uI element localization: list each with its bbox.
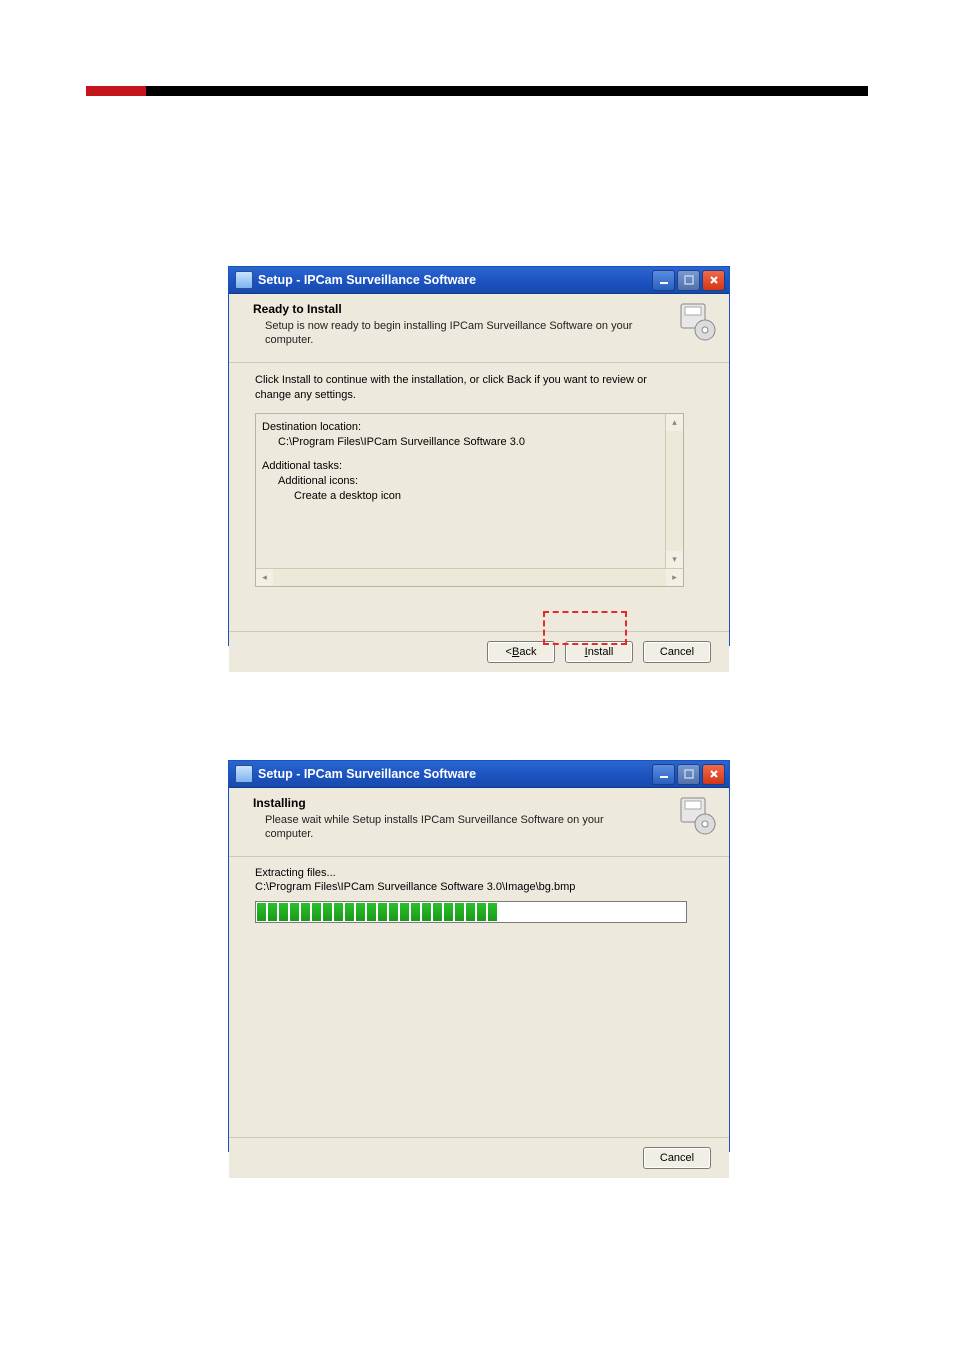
instruction-text: Click Install to continue with the insta… xyxy=(255,373,675,403)
progress-segment xyxy=(389,903,398,921)
install-button[interactable]: Install xyxy=(565,641,633,663)
progress-segment xyxy=(488,903,497,921)
minimize-icon xyxy=(659,769,669,779)
progress-segment xyxy=(422,903,431,921)
progress-segment xyxy=(312,903,321,921)
progress-segment xyxy=(477,903,486,921)
progress-segment xyxy=(444,903,453,921)
progress-segment xyxy=(290,903,299,921)
tasks-label: Additional tasks: xyxy=(262,459,664,474)
rule-black xyxy=(146,86,868,96)
close-icon xyxy=(709,769,719,779)
progress-segment xyxy=(378,903,387,921)
footer-pane: < Back Install Cancel xyxy=(229,631,729,672)
progress-segment xyxy=(279,903,288,921)
page-top-rule xyxy=(86,86,868,96)
maximize-icon xyxy=(684,275,694,285)
progress-bar xyxy=(255,901,687,923)
minimize-icon xyxy=(659,275,669,285)
progress-segment xyxy=(334,903,343,921)
setup-dialog-installing: Setup - IPCam Surveillance Software Inst… xyxy=(228,760,730,1152)
progress-segment xyxy=(466,903,475,921)
header-title: Installing xyxy=(253,796,671,810)
close-button[interactable] xyxy=(702,764,725,785)
minimize-button[interactable] xyxy=(652,270,675,291)
window-controls xyxy=(652,764,725,785)
progress-segment xyxy=(400,903,409,921)
footer-pane: Cancel xyxy=(229,1137,729,1178)
scroll-down-icon[interactable]: ▾ xyxy=(666,551,683,568)
header-title: Ready to Install xyxy=(253,302,671,316)
summary-box: Destination location: C:\Program Files\I… xyxy=(255,413,684,587)
rule-red xyxy=(86,86,146,96)
minimize-button[interactable] xyxy=(652,764,675,785)
cancel-button[interactable]: Cancel xyxy=(643,1147,711,1169)
body-pane: Click Install to continue with the insta… xyxy=(229,363,729,631)
maximize-button xyxy=(677,764,700,785)
scroll-up-icon[interactable]: ▴ xyxy=(666,414,683,431)
scroll-left-icon[interactable]: ◂ xyxy=(256,569,273,586)
progress-segment xyxy=(345,903,354,921)
progress-segment xyxy=(411,903,420,921)
progress-segment xyxy=(455,903,464,921)
maximize-button xyxy=(677,270,700,291)
header-pane: Ready to Install Setup is now ready to b… xyxy=(229,294,729,363)
window-controls xyxy=(652,270,725,291)
header-subtitle: Setup is now ready to begin installing I… xyxy=(265,319,635,348)
setup-disk-icon xyxy=(677,302,717,342)
titlebar[interactable]: Setup - IPCam Surveillance Software xyxy=(229,267,729,294)
progress-segment xyxy=(356,903,365,921)
close-icon xyxy=(709,275,719,285)
setup-disk-icon xyxy=(677,796,717,836)
progress-segment xyxy=(257,903,266,921)
dest-value: C:\Program Files\IPCam Surveillance Soft… xyxy=(262,435,664,450)
extracting-path: C:\Program Files\IPCam Surveillance Soft… xyxy=(255,881,711,893)
icons-label: Additional icons: xyxy=(262,474,664,489)
cancel-button[interactable]: Cancel xyxy=(643,641,711,663)
maximize-icon xyxy=(684,769,694,779)
titlebar-title: Setup - IPCam Surveillance Software xyxy=(258,767,652,781)
progress-segment xyxy=(433,903,442,921)
extracting-label: Extracting files... xyxy=(255,867,711,879)
progress-segment xyxy=(367,903,376,921)
app-icon xyxy=(235,271,253,289)
scroll-right-icon[interactable]: ▸ xyxy=(666,569,683,586)
close-button[interactable] xyxy=(702,270,725,291)
progress-segment xyxy=(301,903,310,921)
header-pane: Installing Please wait while Setup insta… xyxy=(229,788,729,857)
progress-segment xyxy=(268,903,277,921)
dest-label: Destination location: xyxy=(262,420,664,435)
titlebar-title: Setup - IPCam Surveillance Software xyxy=(258,273,652,287)
desktop-icon-task: Create a desktop icon xyxy=(262,489,664,504)
vertical-scrollbar[interactable]: ▴ ▾ xyxy=(665,414,683,568)
horizontal-scrollbar[interactable]: ◂ ▸ xyxy=(256,568,683,586)
header-subtitle: Please wait while Setup installs IPCam S… xyxy=(265,813,635,842)
body-pane: Extracting files... C:\Program Files\IPC… xyxy=(229,857,729,1137)
progress-segment xyxy=(323,903,332,921)
app-icon xyxy=(235,765,253,783)
back-button[interactable]: < Back xyxy=(487,641,555,663)
titlebar[interactable]: Setup - IPCam Surveillance Software xyxy=(229,761,729,788)
setup-dialog-ready: Setup - IPCam Surveillance Software Read… xyxy=(228,266,730,646)
